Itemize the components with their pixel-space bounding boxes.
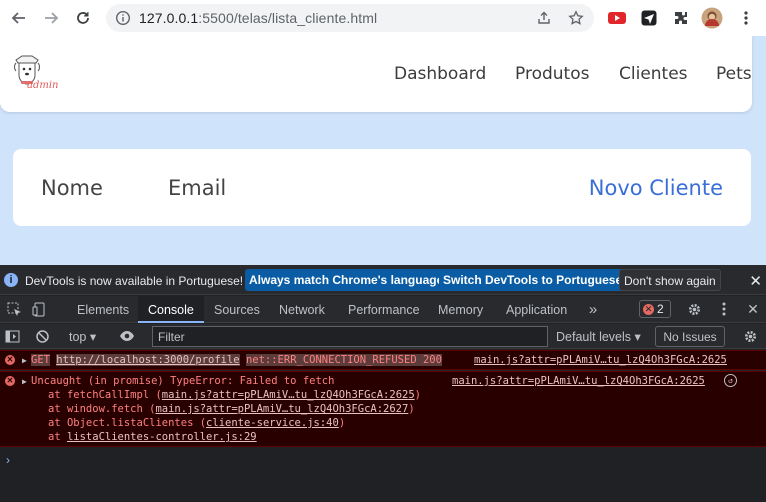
error-count-badge[interactable]: ✕ 2 xyxy=(639,300,671,318)
error-icon: ✕ xyxy=(5,355,15,365)
dont-show-again-button[interactable]: Don't show again xyxy=(619,269,721,291)
tab-console[interactable]: Console xyxy=(138,296,204,323)
error-icon: ✕ xyxy=(5,376,15,386)
stack-frame-prefix: at fetchCallImpl ( xyxy=(48,389,162,401)
petshop-logo[interactable]: admin xyxy=(12,54,62,96)
log-levels-value: Default levels xyxy=(556,330,632,344)
inspect-element-icon[interactable] xyxy=(6,301,22,317)
clear-console-icon[interactable] xyxy=(34,328,50,344)
stack-frame-link[interactable]: listaClientes-controller.js:29 xyxy=(67,431,257,443)
browser-menu-icon[interactable] xyxy=(735,7,757,29)
device-toolbar-icon[interactable] xyxy=(31,301,47,317)
info-icon: i xyxy=(4,273,18,287)
console-filter-input[interactable] xyxy=(152,326,548,347)
error-text: GET http://localhost:3000/profile net::E… xyxy=(31,354,442,366)
stack-frame-prefix: at xyxy=(48,431,67,443)
request-error: net::ERR_CONNECTION_REFUSED 200 xyxy=(245,354,442,366)
nav-produtos[interactable]: Produtos xyxy=(515,64,589,84)
context-value: top xyxy=(69,330,87,344)
share-icon[interactable] xyxy=(535,9,553,27)
url-host: 127.0.0.1 xyxy=(139,10,199,26)
site-header: admin Dashboard Produtos Clientes Pets xyxy=(0,36,752,112)
error-title: Uncaught (in promise) TypeError: Failed … xyxy=(31,375,335,387)
browser-toolbar: 127.0.0.1:5500/telas/lista_cliente.html xyxy=(0,0,766,36)
back-arrow-icon[interactable] xyxy=(9,8,29,28)
extensions-puzzle-icon[interactable] xyxy=(670,7,692,29)
stack-frame: at Object.listaClientes (cliente-service… xyxy=(48,417,345,429)
stack-frame-suffix: ) xyxy=(414,389,421,401)
source-link[interactable]: main.js?attr=pPLAmiV…tu_lzQ4Oh3FGcA:2625 xyxy=(474,354,727,366)
context-selector[interactable]: top ▾ xyxy=(69,329,96,344)
tab-elements[interactable]: Elements xyxy=(77,303,129,317)
issues-button[interactable]: No Issues xyxy=(655,326,725,347)
switch-to-portuguese-button[interactable]: Switch DevTools to Portuguese xyxy=(439,269,627,291)
devtools-tabs-bar: Elements Console Sources Network Perform… xyxy=(0,296,766,323)
stack-frame-suffix: ) xyxy=(338,417,346,429)
youtube-extension-icon[interactable] xyxy=(606,7,628,29)
nav-dashboard[interactable]: Dashboard xyxy=(394,64,486,84)
language-infobar: i DevTools is now available in Portugues… xyxy=(0,265,766,295)
tab-performance[interactable]: Performance xyxy=(348,303,420,317)
column-email: Email xyxy=(168,176,227,200)
request-method: GET xyxy=(31,354,50,366)
bookmark-star-icon[interactable] xyxy=(567,9,585,27)
close-devtools-icon[interactable]: ✕ xyxy=(745,301,761,317)
log-levels-dropdown[interactable]: Default levels ▾ xyxy=(556,329,641,344)
site-info-icon[interactable] xyxy=(114,9,132,27)
console-prompt-chevron-icon[interactable]: › xyxy=(6,453,10,467)
stack-frame-link[interactable]: main.js?attr=pPLAmiV…tu_lzQ4Oh3FGcA:2627 xyxy=(155,403,408,415)
always-match-language-button[interactable]: Always match Chrome's language xyxy=(245,269,448,291)
tab-application[interactable]: Application xyxy=(506,303,567,317)
web-page: admin Dashboard Produtos Clientes Pets N… xyxy=(0,36,766,265)
close-infobar-icon[interactable]: ✕ xyxy=(749,272,762,290)
more-tabs-chevron-icon[interactable]: » xyxy=(585,301,601,318)
live-expression-eye-icon[interactable] xyxy=(119,328,135,344)
novo-cliente-link[interactable]: Novo Cliente xyxy=(589,176,723,200)
forward-arrow-icon[interactable] xyxy=(41,8,61,28)
column-nome: Nome xyxy=(41,176,103,200)
tab-sources[interactable]: Sources xyxy=(214,303,260,317)
stack-frame-prefix: at window.fetch ( xyxy=(48,403,156,415)
reload-icon[interactable] xyxy=(73,8,93,28)
tab-memory[interactable]: Memory xyxy=(438,303,483,317)
stack-frame-link[interactable]: main.js?attr=pPLAmiV…tu_lzQ4Oh3FGcA:2625 xyxy=(162,389,415,401)
devtools-panel: i DevTools is now available in Portugues… xyxy=(0,265,766,502)
nav-pets[interactable]: Pets xyxy=(716,64,752,84)
url-text: 127.0.0.1:5500/telas/lista_cliente.html xyxy=(139,10,377,26)
send-extension-icon[interactable] xyxy=(638,7,660,29)
request-url[interactable]: http://localhost:3000/profile xyxy=(56,354,240,366)
logo-text: admin xyxy=(27,80,59,91)
sidebar-toggle-icon[interactable] xyxy=(4,328,20,344)
client-table-header: Nome Email Novo Cliente xyxy=(13,149,751,226)
stack-frame: at fetchCallImpl (main.js?attr=pPLAmiV…t… xyxy=(48,389,421,401)
nav-clientes[interactable]: Clientes xyxy=(619,64,688,84)
error-x-icon: ✕ xyxy=(643,303,654,315)
stack-frame-link[interactable]: cliente-service.js:40 xyxy=(206,417,339,429)
error-count: 2 xyxy=(657,302,664,316)
console-error-message[interactable]: ✕ ▶ GET http://localhost:3000/profile ne… xyxy=(0,350,766,370)
stack-frame-suffix: ) xyxy=(408,403,415,415)
async-stack-icon[interactable]: ↺ xyxy=(724,374,737,387)
url-path: :5500/telas/lista_cliente.html xyxy=(198,10,378,26)
console-filter-bar: top ▾ Default levels ▾ No Issues xyxy=(0,324,766,349)
console-output: ✕ ▶ GET http://localhost:3000/profile ne… xyxy=(0,350,766,502)
stack-frame: at listaClientes-controller.js:29 xyxy=(48,431,257,443)
expand-triangle-icon[interactable]: ▶ xyxy=(22,356,27,365)
stack-frame: at window.fetch (main.js?attr=pPLAmiV…tu… xyxy=(48,403,415,415)
console-settings-gear-icon[interactable] xyxy=(742,328,758,344)
infobar-message: DevTools is now available in Portuguese! xyxy=(25,274,244,288)
console-error-message[interactable]: ✕ ▶ Uncaught (in promise) TypeError: Fai… xyxy=(0,371,766,447)
expand-triangle-icon[interactable]: ▶ xyxy=(22,377,27,386)
stack-frame-prefix: at Object.listaClientes ( xyxy=(48,417,207,429)
devtools-menu-icon[interactable] xyxy=(716,301,732,317)
settings-gear-icon[interactable] xyxy=(686,301,702,317)
address-bar[interactable]: 127.0.0.1:5500/telas/lista_cliente.html xyxy=(106,4,594,32)
tab-network[interactable]: Network xyxy=(279,303,325,317)
source-link[interactable]: main.js?attr=pPLAmiV…tu_lzQ4Oh3FGcA:2625 xyxy=(452,375,705,387)
profile-avatar[interactable] xyxy=(701,7,723,29)
